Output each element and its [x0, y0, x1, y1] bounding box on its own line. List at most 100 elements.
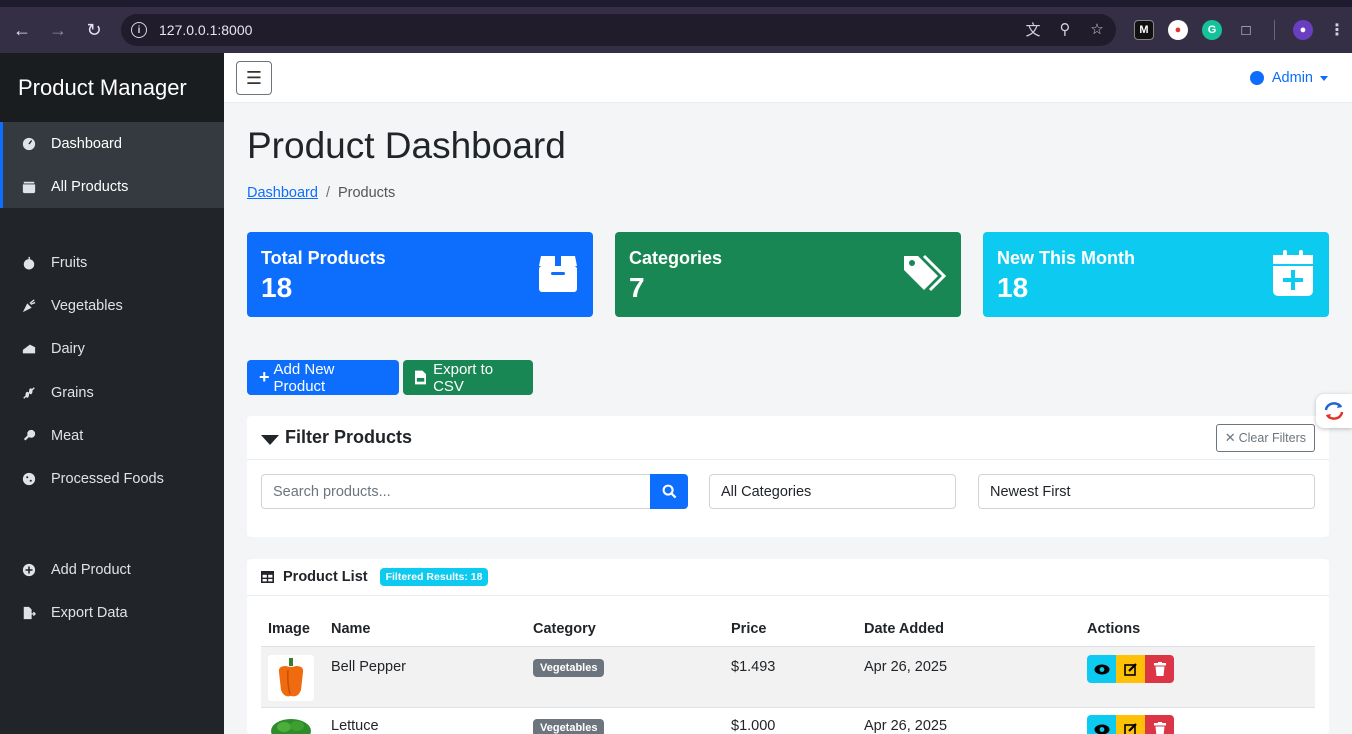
browser-toolbar: ← → ↻ i 127.0.0.1:8000 文 ⚲ ☆ M ● G □ ● ⋮: [0, 7, 1352, 53]
eye-icon: [1094, 724, 1109, 734]
sidebar-item-export-data[interactable]: Export Data: [0, 591, 224, 634]
sidebar-item-vegetables[interactable]: Vegetables: [0, 284, 224, 327]
sidebar-item-grains[interactable]: Grains: [0, 371, 224, 414]
stat-value: 18: [997, 272, 1029, 303]
extension-icon[interactable]: M: [1134, 20, 1154, 40]
sidebar-item-all-products[interactable]: All Products: [0, 165, 224, 208]
sort-select[interactable]: Newest First: [978, 474, 1315, 509]
sidebar-item-dairy[interactable]: Dairy: [0, 327, 224, 370]
category-badge: Vegetables: [533, 719, 605, 734]
view-button[interactable]: [1087, 715, 1116, 734]
close-icon: ✕: [1224, 430, 1236, 445]
product-list-header: Product List Filtered Results: 18: [247, 559, 1329, 596]
search-input[interactable]: Search products...: [261, 474, 651, 509]
edit-icon: [1123, 663, 1137, 676]
bookmark-star-icon[interactable]: ☆: [1088, 20, 1106, 38]
gauge-icon: [22, 137, 36, 151]
sidebar-item-label: Fruits: [51, 254, 88, 271]
grammarly-icon[interactable]: G: [1202, 20, 1222, 40]
edit-button[interactable]: [1116, 655, 1145, 683]
table-icon: [261, 571, 274, 583]
product-date: Apr 26, 2025: [864, 659, 948, 675]
delete-button[interactable]: [1145, 655, 1174, 683]
stat-label: Categories: [629, 248, 723, 268]
profile-avatar[interactable]: ●: [1293, 20, 1313, 40]
cookie-icon: [22, 472, 36, 486]
stat-value: 7: [629, 272, 645, 303]
product-thumbnail: [268, 715, 314, 734]
sidebar-item-fruits[interactable]: Fruits: [0, 241, 224, 284]
sidebar-toggle-button[interactable]: ☰: [236, 61, 272, 95]
user-menu-dropdown[interactable]: Admin: [1249, 70, 1328, 86]
browser-menu-icon[interactable]: ⋮: [1327, 20, 1347, 40]
sidebar-item-label: Grains: [51, 384, 94, 401]
extensions-puzzle-icon[interactable]: □: [1236, 20, 1256, 40]
breadcrumb: Dashboard / Products: [247, 185, 395, 201]
lettuce-image: [271, 719, 311, 734]
brand-title[interactable]: Product Manager: [0, 53, 224, 122]
clear-filters-button[interactable]: ✕ Clear Filters: [1215, 424, 1315, 452]
breadcrumb-link-dashboard[interactable]: Dashboard: [247, 185, 318, 201]
product-price: $1.493: [731, 659, 776, 675]
tab-separator: [636, 0, 676, 7]
floating-sync-icon[interactable]: [1316, 394, 1352, 428]
stat-card-categories: Categories 7: [615, 232, 961, 317]
forward-icon[interactable]: →: [44, 16, 72, 44]
product-list-title: Product List: [283, 569, 368, 585]
category-select[interactable]: All Categories: [709, 474, 956, 509]
site-info-icon[interactable]: i: [131, 22, 147, 38]
extension-icon[interactable]: ●: [1168, 20, 1188, 40]
address-url[interactable]: 127.0.0.1:8000: [159, 22, 252, 38]
wheat-icon: [22, 386, 36, 400]
column-header-date-added[interactable]: Date Added: [864, 621, 944, 637]
plus-icon: +: [259, 367, 270, 387]
carrot-icon: [22, 298, 36, 313]
plus-circle-icon: [22, 563, 36, 577]
column-header-category[interactable]: Category: [533, 621, 596, 637]
zoom-icon[interactable]: ⚲: [1056, 20, 1074, 38]
breadcrumb-current: Products: [337, 185, 396, 201]
product-list-card: Product List Filtered Results: 18 Image …: [247, 559, 1329, 734]
toolbar-divider: [1274, 20, 1275, 40]
sidebar-item-label: Vegetables: [51, 297, 123, 314]
product-name: Bell Pepper: [331, 659, 406, 675]
filtered-results-badge: Filtered Results: 18: [379, 568, 489, 586]
sidebar-item-processed-foods[interactable]: Processed Foods: [0, 457, 224, 500]
product-date: Apr 26, 2025: [864, 718, 948, 734]
stat-label: New This Month: [997, 248, 1135, 268]
back-icon[interactable]: ←: [8, 16, 36, 44]
product-price: $1.000: [731, 718, 776, 734]
cheese-icon: [22, 342, 36, 356]
sidebar-item-meat[interactable]: Meat: [0, 414, 224, 457]
sidebar-item-add-product[interactable]: Add Product: [0, 548, 224, 591]
table-row: Bell Pepper Vegetables $1.493 Apr 26, 20…: [261, 646, 1315, 708]
user-name: Admin: [1271, 70, 1313, 86]
sidebar-item-dashboard[interactable]: Dashboard: [0, 122, 224, 165]
sidebar-item-label: Meat: [51, 427, 84, 444]
translate-icon[interactable]: 文: [1024, 20, 1042, 39]
add-new-product-button[interactable]: + Add New Product: [247, 360, 399, 395]
eye-icon: [1094, 664, 1109, 674]
file-csv-icon: [415, 370, 427, 385]
sidebar-item-label: Dashboard: [51, 135, 122, 152]
delete-button[interactable]: [1145, 715, 1174, 734]
trash-icon: [1153, 662, 1166, 676]
view-button[interactable]: [1087, 655, 1116, 683]
drumstick-icon: [22, 429, 36, 443]
column-header-actions: Actions: [1087, 621, 1141, 637]
user-circle-icon: [1249, 71, 1264, 85]
reload-icon[interactable]: ↻: [80, 16, 108, 44]
export-csv-button[interactable]: Export to CSV: [403, 360, 533, 395]
button-label: Export to CSV: [433, 360, 494, 395]
filter-header: Filter Products: [247, 416, 1329, 460]
column-header-price[interactable]: Price: [731, 621, 766, 637]
stat-card-new-this-month: New This Month 18: [983, 232, 1329, 317]
caret-down-icon: [1320, 75, 1328, 81]
address-bar[interactable]: i 127.0.0.1:8000 文 ⚲ ☆: [121, 14, 1116, 46]
search-button[interactable]: [650, 474, 688, 509]
top-navbar: ☰ Admin: [224, 53, 1352, 103]
edit-button[interactable]: [1116, 715, 1145, 734]
page-title: Product Dashboard: [247, 125, 566, 166]
filter-title: Filter Products: [285, 427, 413, 447]
column-header-name[interactable]: Name: [331, 621, 371, 637]
